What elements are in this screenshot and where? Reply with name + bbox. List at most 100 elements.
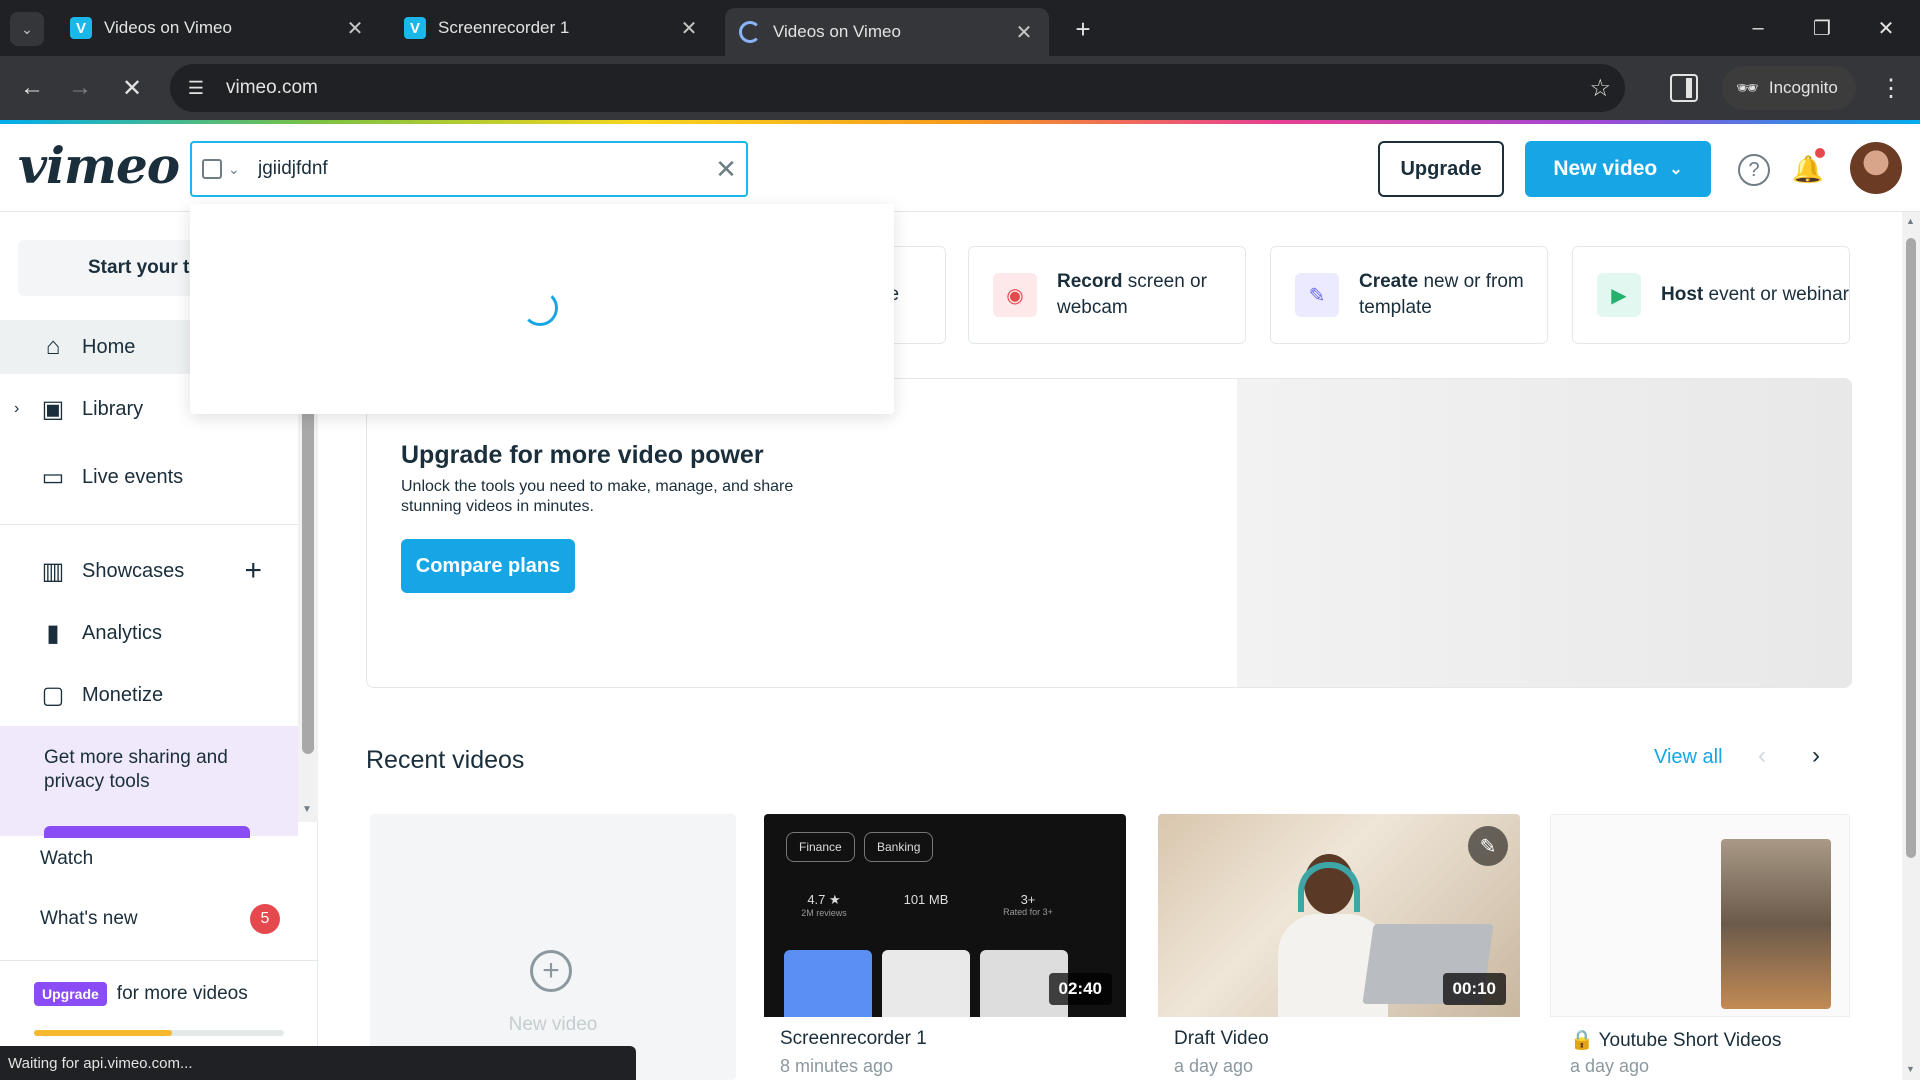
help-icon[interactable]: ? bbox=[1738, 154, 1770, 186]
sidebar-item-analytics[interactable]: ▮ Analytics bbox=[0, 606, 298, 660]
restore-icon[interactable]: ❐ bbox=[1802, 10, 1842, 46]
video-card[interactable]: ✎ 00:10 Draft Video a day ago bbox=[1158, 814, 1520, 1080]
address-bar[interactable]: ☰ vimeo.com ☆ bbox=[170, 64, 1625, 112]
video-time: a day ago bbox=[1174, 1056, 1254, 1076]
chevron-right-icon[interactable]: › bbox=[1812, 742, 1820, 770]
duration-badge: 02:40 bbox=[1048, 973, 1112, 1005]
new-video-button[interactable]: New video ⌄ bbox=[1525, 141, 1711, 197]
record-action-card[interactable]: ◉ Record screen or webcam bbox=[968, 246, 1246, 344]
scroll-down-icon[interactable]: ▼ bbox=[1906, 1064, 1915, 1074]
record-icon: ◉ bbox=[993, 273, 1037, 317]
showcases-icon: ▥ bbox=[41, 557, 65, 585]
scroll-down-icon[interactable]: ▼ bbox=[302, 804, 312, 815]
upgrade-text: for more videos bbox=[116, 983, 248, 1004]
incognito-indicator[interactable]: 🕶 Incognito bbox=[1722, 66, 1856, 110]
video-title[interactable]: 🔒 Youtube Short Videos bbox=[1570, 1028, 1781, 1052]
create-action-card[interactable]: ✎ Create new or from template bbox=[1270, 246, 1548, 344]
host-action-card[interactable]: ▶ Host event or webinar bbox=[1572, 246, 1850, 344]
chevron-left-icon[interactable]: ‹ bbox=[1758, 742, 1766, 770]
browser-status-bar: Waiting for api.vimeo.com... bbox=[0, 1046, 636, 1080]
avatar[interactable] bbox=[1850, 142, 1902, 194]
close-window-icon[interactable]: ✕ bbox=[1866, 10, 1906, 46]
close-icon[interactable]: ✕ bbox=[678, 16, 700, 41]
plus-circle-icon: + bbox=[530, 950, 572, 992]
chevron-right-icon[interactable]: › bbox=[14, 400, 19, 418]
upgrade-for-more-row[interactable]: Upgrade for more videos bbox=[34, 982, 248, 1006]
video-thumbnail[interactable]: Finance Banking 4.7 ★ 2M reviews 101 MB 3… bbox=[764, 814, 1126, 1017]
thumbnail-stat: 4.7 ★ 2M reviews bbox=[801, 892, 847, 918]
upgrade-card-title: Upgrade for more video power bbox=[401, 441, 764, 469]
divider bbox=[0, 524, 298, 525]
close-icon[interactable]: ✕ bbox=[1013, 20, 1035, 45]
vimeo-favicon-icon: V bbox=[404, 17, 426, 39]
scrollbar-thumb[interactable] bbox=[1906, 238, 1916, 858]
sidebar-item-label: Showcases bbox=[82, 559, 185, 582]
url-text[interactable]: vimeo.com bbox=[226, 77, 1589, 99]
video-card[interactable]: 🔒 Youtube Short Videos a day ago bbox=[1550, 814, 1850, 1080]
stop-loading-icon[interactable]: ✕ bbox=[114, 70, 150, 106]
browser-tab-bar: ⌄ V Videos on Vimeo ✕ V Screenrecorder 1… bbox=[0, 0, 1920, 56]
sidebar-item-label: Monetize bbox=[82, 683, 164, 706]
video-title[interactable]: Draft Video bbox=[1174, 1028, 1269, 1050]
minimize-icon[interactable]: – bbox=[1738, 10, 1778, 46]
video-title[interactable]: Screenrecorder 1 bbox=[780, 1028, 927, 1050]
browser-tab[interactable]: V Screenrecorder 1 ✕ bbox=[390, 8, 714, 48]
thumbnail-photo bbox=[1721, 839, 1831, 1009]
new-video-label: New video bbox=[1553, 157, 1658, 180]
browser-tab-active[interactable]: Videos on Vimeo ✕ bbox=[725, 8, 1049, 56]
upgrade-card-description: Unlock the tools you need to make, manag… bbox=[401, 478, 794, 515]
sidebar-item-label: Library bbox=[82, 397, 144, 420]
upgrade-button[interactable]: Upgrade bbox=[1378, 141, 1504, 197]
site-header: vimeo ⌄ ✕ Upgrade New video ⌄ ? 🔔 bbox=[0, 124, 1920, 212]
sidebar-watch-link[interactable]: Watch bbox=[40, 848, 93, 870]
sidebar-item-label: Live events bbox=[82, 465, 184, 488]
video-time: a day ago bbox=[1570, 1056, 1650, 1076]
vimeo-logo[interactable]: vimeo bbox=[18, 136, 180, 195]
new-video-card[interactable]: + New video bbox=[370, 814, 736, 1080]
sidebar-whats-new-link[interactable]: What's new bbox=[40, 908, 138, 930]
browser-toolbar: ← → ✕ ☰ vimeo.com ☆ 🕶 Incognito ⋮ bbox=[0, 56, 1920, 120]
side-panel-icon[interactable] bbox=[1670, 74, 1698, 102]
upgrade-badge[interactable]: Upgrade bbox=[34, 982, 107, 1006]
promo-button[interactable] bbox=[44, 826, 250, 838]
page-scrollbar[interactable]: ▲ ▼ bbox=[1902, 212, 1920, 1080]
thumbnail-pill: Finance bbox=[786, 832, 855, 862]
video-thumbnail[interactable]: ✎ 00:10 bbox=[1158, 814, 1520, 1017]
video-scope-icon bbox=[202, 159, 222, 179]
new-tab-button[interactable]: + bbox=[1066, 12, 1100, 46]
video-card[interactable]: Finance Banking 4.7 ★ 2M reviews 101 MB 3… bbox=[764, 814, 1126, 1080]
video-thumbnail[interactable] bbox=[1550, 814, 1850, 1017]
site-info-icon[interactable]: ☰ bbox=[176, 68, 216, 108]
video-camera-icon: ▶ bbox=[1597, 273, 1641, 317]
bookmark-star-icon[interactable]: ☆ bbox=[1589, 74, 1611, 103]
tab-search-button[interactable]: ⌄ bbox=[10, 12, 44, 46]
sidebar-item-live-events[interactable]: ▭ Live events bbox=[0, 450, 298, 504]
sidebar-item-label: Analytics bbox=[82, 621, 163, 644]
back-arrow-icon[interactable]: ← bbox=[14, 70, 50, 106]
search-bar[interactable]: ⌄ ✕ bbox=[190, 141, 748, 197]
sidebar-item-showcases[interactable]: ▥ Showcases + bbox=[0, 544, 298, 598]
search-scope-dropdown[interactable]: ⌄ bbox=[202, 149, 258, 189]
add-showcase-icon[interactable]: + bbox=[244, 554, 262, 588]
thumbnail-stat: 3+ Rated for 3+ bbox=[1003, 892, 1053, 917]
clear-search-icon[interactable]: ✕ bbox=[706, 154, 746, 185]
promo-text: Get more sharing and privacy tools bbox=[44, 747, 228, 792]
browser-tab[interactable]: V Videos on Vimeo ✕ bbox=[56, 8, 380, 48]
scroll-up-icon[interactable]: ▲ bbox=[1906, 216, 1915, 226]
thumbnail-stat: 101 MB bbox=[903, 892, 949, 907]
close-icon[interactable]: ✕ bbox=[344, 16, 366, 41]
edit-icon[interactable]: ✎ bbox=[1468, 826, 1508, 866]
view-all-link[interactable]: View all bbox=[1654, 746, 1723, 769]
home-icon: ⌂ bbox=[45, 333, 61, 360]
search-input[interactable] bbox=[258, 149, 706, 189]
compare-plans-button[interactable]: Compare plans bbox=[401, 539, 575, 593]
quick-action-text: Record screen or webcam bbox=[1057, 271, 1207, 318]
sidebar-item-monetize[interactable]: ▢ Monetize bbox=[0, 668, 298, 722]
incognito-icon: 🕶 bbox=[1736, 77, 1759, 98]
quick-action-text: Host event or webinar bbox=[1661, 284, 1849, 305]
vimeo-favicon-icon: V bbox=[70, 17, 92, 39]
forward-arrow-icon[interactable]: → bbox=[62, 70, 98, 106]
browser-menu-icon[interactable]: ⋮ bbox=[1876, 70, 1906, 106]
thumbnail-screenshot bbox=[882, 950, 970, 1017]
promo-box: Get more sharing and privacy tools bbox=[0, 726, 298, 838]
